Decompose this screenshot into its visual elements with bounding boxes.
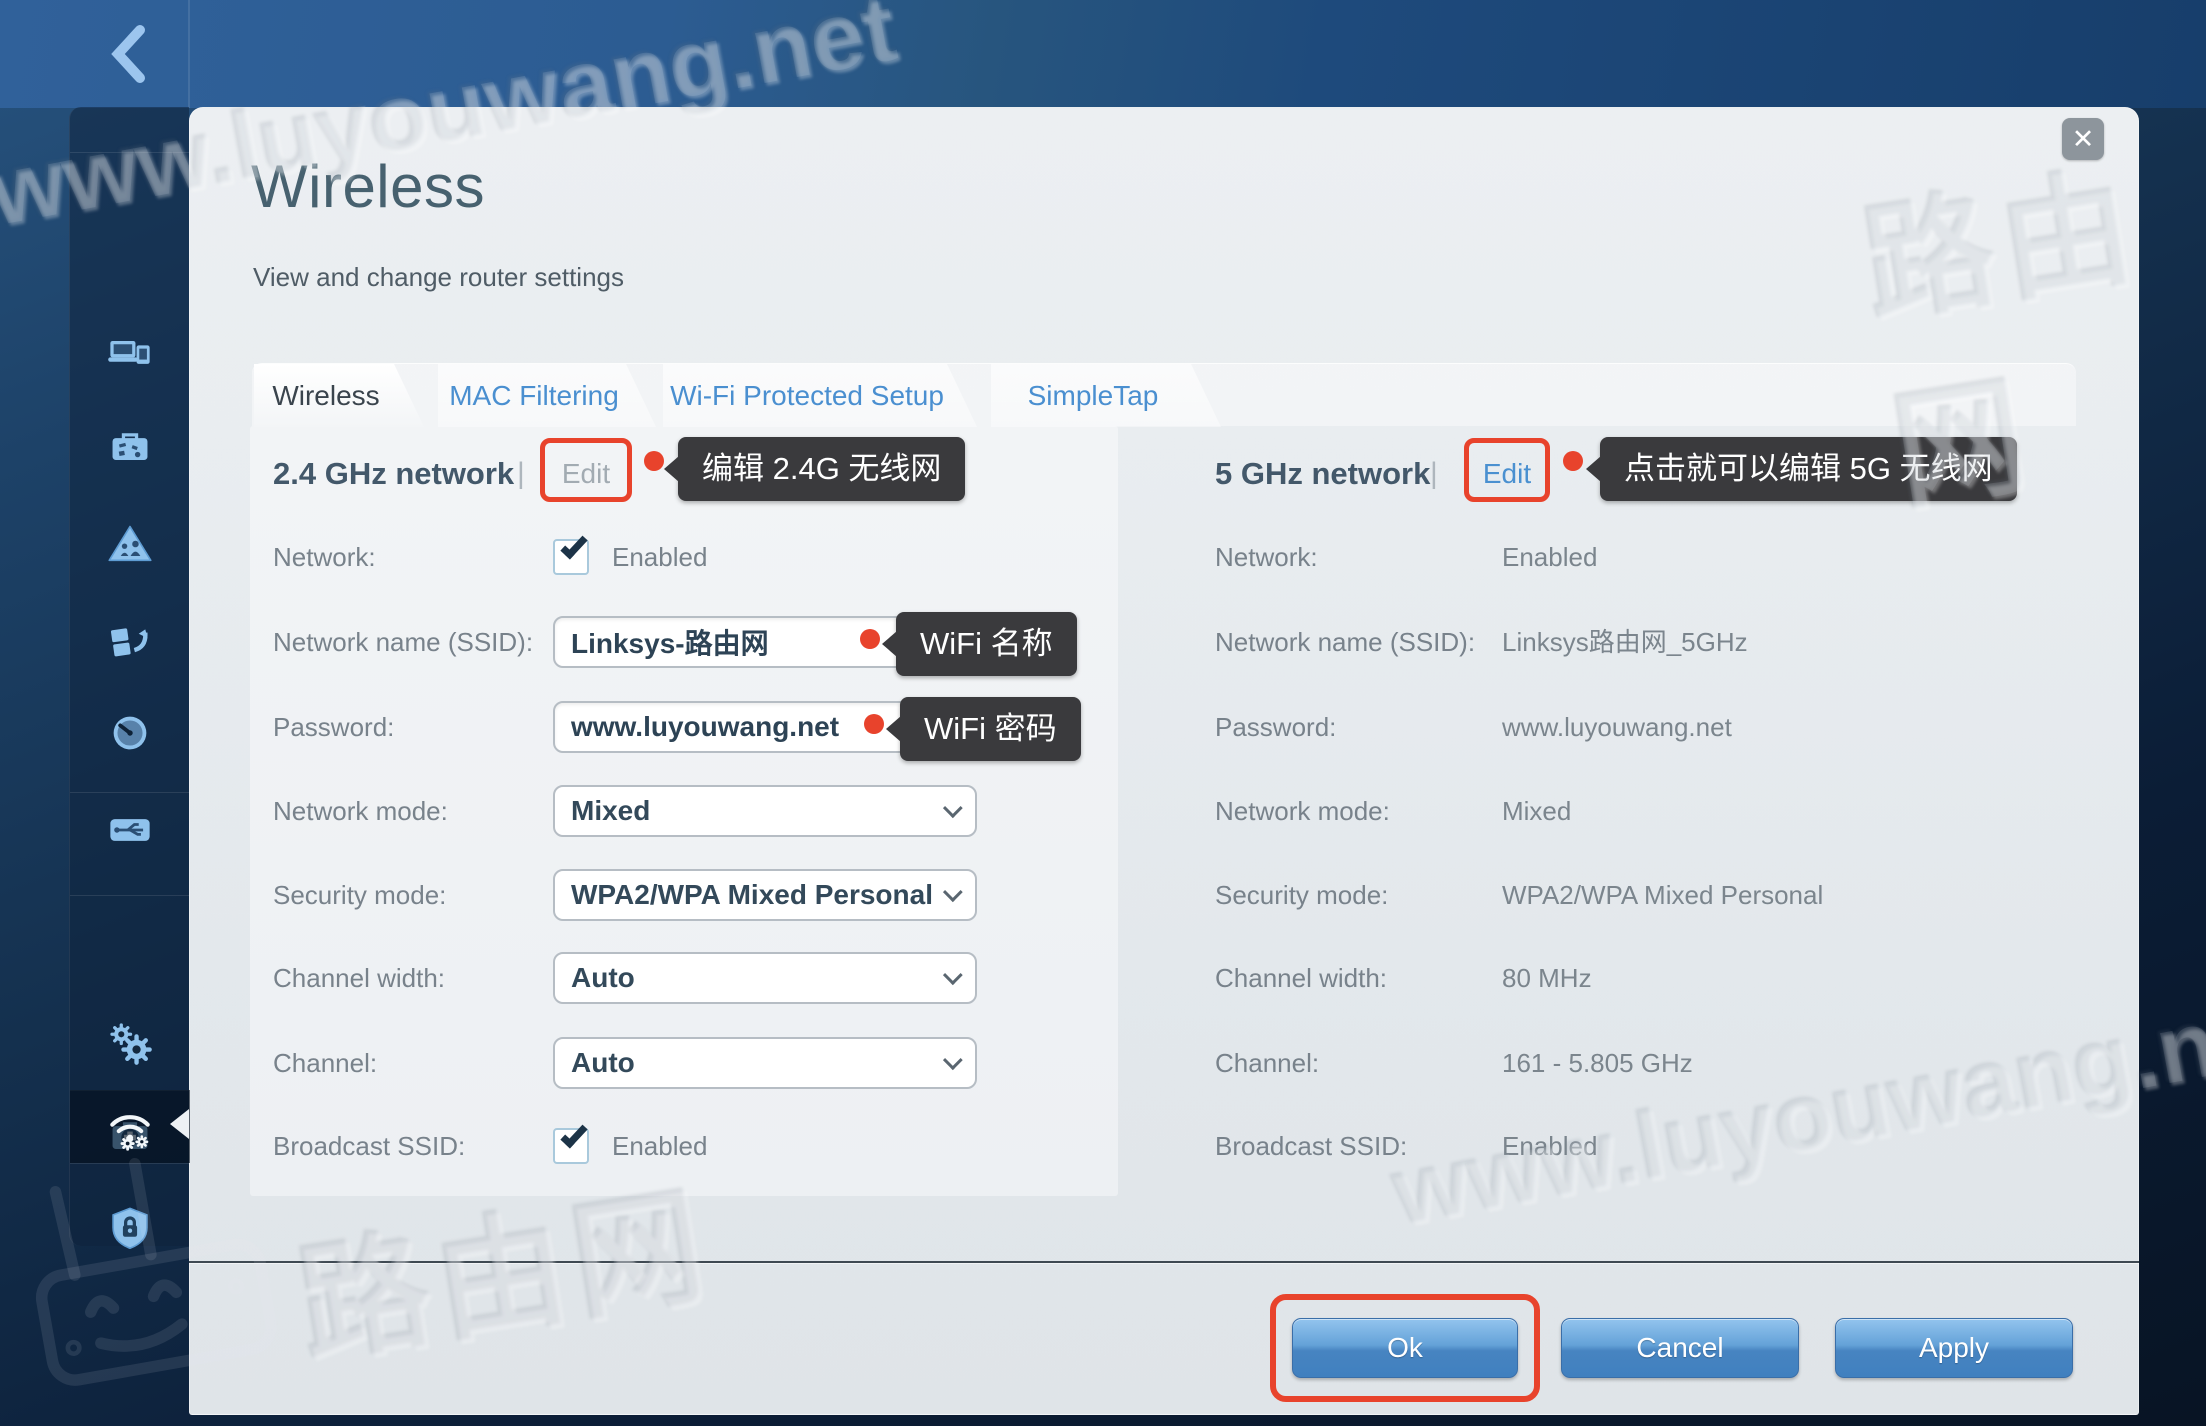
devices-icon	[106, 329, 154, 377]
red-dot	[860, 629, 880, 649]
security-mode-value-5g: WPA2/WPA Mixed Personal	[1502, 869, 1823, 921]
chevron-down-icon	[943, 965, 963, 985]
sidebar-item-speed-test[interactable]	[70, 693, 190, 773]
sidebar-item-devices[interactable]	[70, 313, 190, 393]
network-label-5g: Network:	[1215, 531, 1318, 583]
security-mode-label-5g: Security mode:	[1215, 869, 1388, 921]
channel-width-label-5g: Channel width:	[1215, 952, 1387, 1004]
cancel-button[interactable]: Cancel	[1561, 1318, 1799, 1378]
separator: |	[1430, 442, 1438, 506]
apply-button[interactable]: Apply	[1835, 1318, 2073, 1378]
ssid-value-5g: Linksys路由网_5GHz	[1502, 616, 1748, 668]
divider	[70, 895, 190, 896]
dialog-title: Wireless	[251, 152, 485, 221]
channel-width-value-5g: 80 MHz	[1502, 952, 1592, 1004]
router-admin-screen: ✕ Wireless View and change router settin…	[0, 0, 2206, 1426]
chevron-down-icon	[943, 882, 963, 902]
sidebar-item-guest-access[interactable]	[70, 408, 190, 488]
heading-2g: 2.4 GHz network	[273, 442, 514, 506]
ssid-label-5g: Network name (SSID):	[1215, 616, 1475, 668]
ok-highlight-annotation	[1270, 1294, 1540, 1402]
channel-width-label-2g: Channel width:	[273, 952, 445, 1004]
sidebar-item-security[interactable]	[70, 1188, 190, 1268]
red-dot	[864, 714, 884, 734]
security-mode-label-2g: Security mode:	[273, 869, 446, 921]
network-enabled-checkbox-2g[interactable]	[553, 539, 589, 575]
password-tooltip: WiFi 密码	[900, 697, 1081, 761]
channel-label-2g: Channel:	[273, 1037, 377, 1089]
edit-5g-highlight-annotation	[1464, 438, 1550, 502]
red-dot	[1563, 451, 1583, 471]
tab-mac-filtering[interactable]: MAC Filtering	[438, 364, 656, 427]
active-item-pointer	[170, 1109, 189, 1139]
edit-2g-highlight-annotation	[540, 438, 632, 502]
network-mode-value-5g: Mixed	[1502, 785, 1571, 837]
ssid-label-2g: Network name (SSID):	[273, 616, 533, 668]
broadcast-ssid-label-5g: Broadcast SSID:	[1215, 1120, 1407, 1172]
parental-controls-icon	[106, 520, 154, 568]
password-value-5g: www.luyouwang.net	[1502, 701, 1732, 753]
media-prioritization-icon	[106, 613, 154, 661]
close-button[interactable]: ✕	[2062, 118, 2104, 160]
gears-icon	[106, 1019, 154, 1067]
edit-5g-tooltip: 点击就可以编辑 5G 无线网	[1600, 437, 2017, 501]
divider	[70, 792, 190, 793]
chevron-down-icon	[943, 798, 963, 818]
top-bar	[0, 0, 2206, 108]
network-mode-select-2g[interactable]: Mixed	[553, 785, 977, 837]
top-bar-seam	[188, 0, 190, 108]
broadcast-ssid-label-2g: Broadcast SSID:	[273, 1120, 465, 1172]
sidebar	[69, 107, 189, 1246]
sidebar-item-parental-controls[interactable]	[70, 504, 190, 584]
heading-5g: 5 GHz network	[1215, 442, 1430, 506]
tab-wireless[interactable]: Wireless	[254, 364, 424, 427]
red-dot	[644, 451, 664, 471]
channel-label-5g: Channel:	[1215, 1037, 1319, 1089]
password-label-2g: Password:	[273, 701, 394, 753]
suitcase-icon	[106, 424, 154, 472]
footer-divider	[189, 1261, 2139, 1263]
usb-storage-icon	[106, 806, 154, 854]
sidebar-item-media-prioritization[interactable]	[70, 597, 190, 677]
divider	[70, 152, 190, 153]
sidebar-item-external-storage[interactable]	[70, 790, 190, 870]
divider	[70, 1163, 190, 1164]
chevron-down-icon	[943, 1050, 963, 1070]
back-button[interactable]	[98, 22, 162, 86]
edit-2g-tooltip: 编辑 2.4G 无线网	[678, 437, 965, 501]
broadcast-enabled-text-2g: Enabled	[612, 1120, 707, 1172]
tab-bar: Wireless MAC Filtering Wi-Fi Protected S…	[252, 363, 2076, 426]
network-value-5g: Enabled	[1502, 531, 1597, 583]
close-icon: ✕	[2072, 124, 2095, 154]
network-mode-label-2g: Network mode:	[273, 785, 448, 837]
dialog-subtitle: View and change router settings	[253, 262, 624, 293]
channel-value-5g: 161 - 5.805 GHz	[1502, 1037, 1693, 1089]
tab-wifi-protected-setup[interactable]: Wi-Fi Protected Setup	[663, 364, 977, 427]
ssid-tooltip: WiFi 名称	[896, 612, 1077, 676]
broadcast-ssid-checkbox-2g[interactable]	[553, 1128, 589, 1164]
wifi-settings-icon	[104, 1101, 156, 1153]
channel-select-2g[interactable]: Auto	[553, 1037, 977, 1089]
network-mode-label-5g: Network mode:	[1215, 785, 1390, 837]
network-label-2g: Network:	[273, 531, 376, 583]
separator: |	[517, 442, 525, 506]
sidebar-item-connectivity[interactable]	[70, 1003, 190, 1083]
speed-test-icon	[106, 709, 154, 757]
channel-width-select-2g[interactable]: Auto	[553, 952, 977, 1004]
broadcast-value-5g: Enabled	[1502, 1120, 1597, 1172]
password-label-5g: Password:	[1215, 701, 1336, 753]
chevron-left-icon	[98, 22, 162, 86]
network-enabled-text-2g: Enabled	[612, 531, 707, 583]
security-mode-select-2g[interactable]: WPA2/WPA Mixed Personal	[553, 869, 977, 921]
shield-lock-icon	[106, 1204, 154, 1252]
tab-simpletap[interactable]: SimpleTap	[991, 364, 1221, 427]
